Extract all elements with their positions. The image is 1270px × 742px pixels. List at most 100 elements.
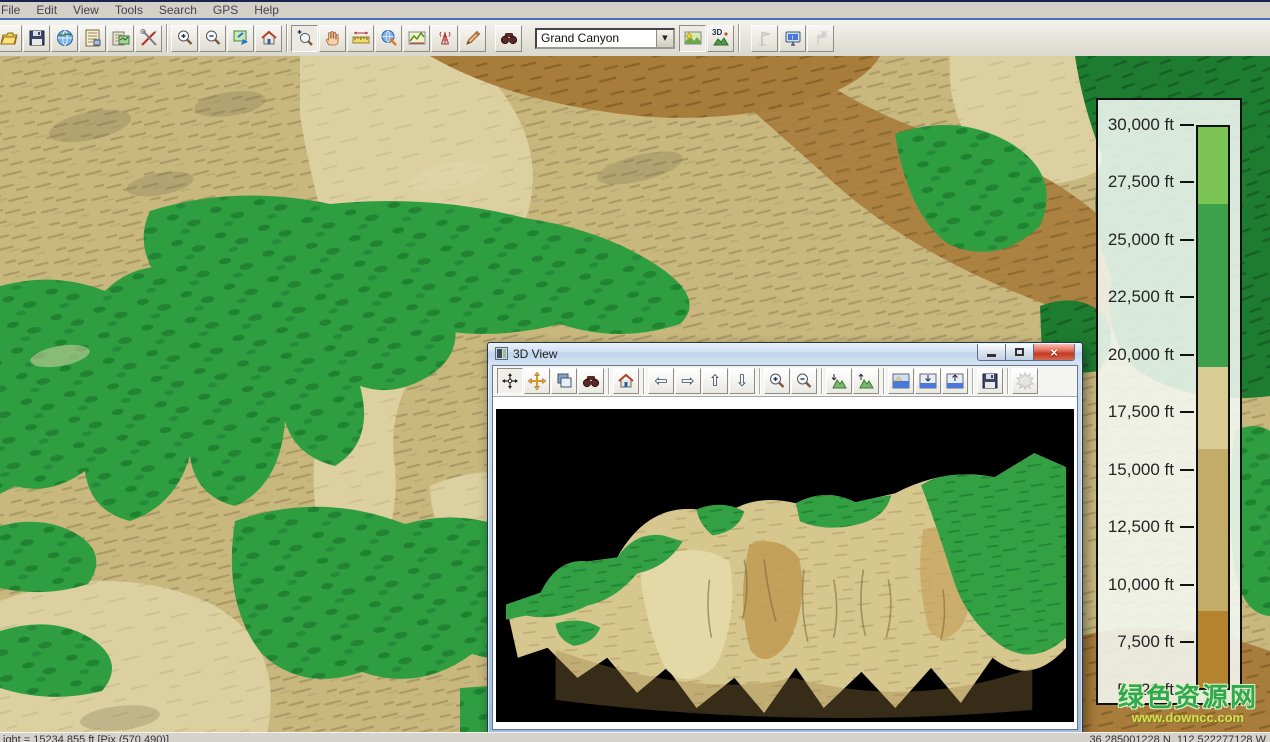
dataset-dropdown[interactable]: Grand Canyon ▼: [535, 28, 675, 49]
chevron-down-icon[interactable]: ▼: [656, 30, 673, 47]
gps-monitor-icon: i: [783, 28, 803, 48]
step-right-button[interactable]: ⇨: [675, 368, 701, 394]
step-up-button[interactable]: ⇧: [702, 368, 728, 394]
legend-tick-label: 25,000 ft: [1108, 230, 1174, 250]
legend-tick-label: 17,500 ft: [1108, 402, 1174, 422]
download-online-data-button[interactable]: [51, 25, 78, 52]
hillshade-toggle-button[interactable]: [679, 25, 706, 52]
three-d-terrain: [496, 409, 1074, 722]
zoom-tool-button[interactable]: [291, 25, 318, 52]
elevation-band-tan: [1198, 449, 1228, 611]
toolbar-separator: [608, 368, 610, 394]
menu-bar: File Edit View Tools Search GPS Help: [0, 0, 1270, 20]
open-data-file-button[interactable]: [0, 25, 22, 52]
zoom-out-button[interactable]: [199, 25, 226, 52]
copy-icon: [554, 371, 574, 391]
menu-search[interactable]: Search: [151, 3, 205, 17]
menu-tools[interactable]: Tools: [107, 3, 151, 17]
legend-tick-label: 15,000 ft: [1108, 460, 1174, 480]
menu-file[interactable]: File: [0, 3, 28, 17]
main-toolbar: Grand Canyon ▼ 3D i: [0, 20, 1270, 56]
rotate-view-button[interactable]: [497, 368, 523, 394]
menu-edit[interactable]: Edit: [28, 3, 65, 17]
globe-icon: [55, 28, 75, 48]
path-profile-tool-button[interactable]: [403, 25, 430, 52]
lower-water-level-button[interactable]: [915, 368, 941, 394]
copy-view-button[interactable]: [551, 368, 577, 394]
zoom-in-button[interactable]: [171, 25, 198, 52]
flag-icon: [755, 28, 775, 48]
close-button[interactable]: ×: [1033, 344, 1075, 361]
open-folder-icon: [0, 28, 19, 48]
tools-icon: [139, 28, 159, 48]
maximize-button[interactable]: [1005, 344, 1033, 361]
window-icon: [495, 347, 508, 360]
increase-exaggeration-button[interactable]: [853, 368, 879, 394]
legend-tick-label: 27,500 ft: [1108, 172, 1174, 192]
three-d-render-canvas[interactable]: [496, 409, 1074, 722]
home-icon: [259, 28, 279, 48]
menu-view[interactable]: View: [65, 3, 107, 17]
pencil-icon: [463, 28, 483, 48]
pan-view-button[interactable]: [524, 368, 550, 394]
open-overlay-control-button[interactable]: [107, 25, 134, 52]
zoom-out-icon: [794, 371, 814, 391]
elevation-band-brown: [1198, 611, 1228, 688]
save-snapshot-button[interactable]: [977, 368, 1003, 394]
measure-tool-button[interactable]: [347, 25, 374, 52]
legend-tick-label: 20,000 ft: [1108, 345, 1174, 365]
zoom-in-button[interactable]: [764, 368, 790, 394]
toolbar-separator: [759, 368, 761, 394]
decrease-exaggeration-button[interactable]: [826, 368, 852, 394]
zoom-out-button[interactable]: [791, 368, 817, 394]
reset-view-button[interactable]: [613, 368, 639, 394]
search-by-name-button[interactable]: [495, 25, 522, 52]
show-3d-view-button[interactable]: 3D: [707, 25, 734, 52]
three-d-label: 3D: [712, 28, 722, 37]
gps-information-button[interactable]: i: [779, 25, 806, 52]
feature-info-tool-button[interactable]: [375, 25, 402, 52]
zoom-full-view-button[interactable]: [227, 25, 254, 52]
close-icon: ×: [1050, 345, 1058, 360]
flag-tool-button[interactable]: [751, 25, 778, 52]
zoom-tool-icon: [295, 28, 315, 48]
three-d-toolbar: ⇦ ⇨ ⇧ ⇩: [493, 366, 1077, 397]
raise-water-level-button[interactable]: [942, 368, 968, 394]
elevation-color-bar: [1196, 125, 1230, 690]
status-bar: ight = 15234.855 ft [Pix (570,490)] 36.2…: [0, 732, 1270, 742]
step-down-button[interactable]: ⇩: [729, 368, 755, 394]
watermark: 绿色资源网 www.downcc.com: [1118, 684, 1258, 725]
zoom-in-icon: [175, 28, 195, 48]
elevation-band-green: [1198, 204, 1228, 367]
legend-tick-label: 12,500 ft: [1108, 517, 1174, 537]
digitizer-tool-button[interactable]: [459, 25, 486, 52]
path-profile-icon: [407, 28, 427, 48]
toolbar-separator: [972, 368, 974, 394]
minimize-button[interactable]: [977, 344, 1005, 361]
menu-help[interactable]: Help: [246, 3, 287, 17]
open-control-center-button[interactable]: [79, 25, 106, 52]
search-button[interactable]: [578, 368, 604, 394]
zoom-out-icon: [203, 28, 223, 48]
window-title-bar[interactable]: 3D View ×: [488, 343, 1082, 364]
step-left-button[interactable]: ⇦: [648, 368, 674, 394]
configure-button[interactable]: [135, 25, 162, 52]
clear-flags-button[interactable]: [807, 25, 834, 52]
crash-effect-button[interactable]: [1012, 368, 1038, 394]
view-shed-tool-button[interactable]: [431, 25, 458, 52]
save-workspace-button[interactable]: [23, 25, 50, 52]
arrow-down-icon: ⇩: [735, 373, 748, 389]
hillshade-icon: [683, 28, 703, 48]
maximize-icon: [1015, 348, 1024, 356]
zoom-to-home-button[interactable]: [255, 25, 282, 52]
pan-tool-button[interactable]: [319, 25, 346, 52]
toolbar-separator: [738, 24, 740, 52]
legend-tick-mark: [1180, 641, 1194, 643]
binoculars-icon: [499, 28, 519, 48]
three-d-view-window[interactable]: 3D View × ⇦ ⇨ ⇧ ⇩: [487, 342, 1083, 736]
hand-icon: [323, 28, 343, 48]
menu-gps[interactable]: GPS: [205, 3, 246, 17]
floppy-disk-icon: [980, 371, 1000, 391]
show-water-button[interactable]: [888, 368, 914, 394]
legend-tick-mark: [1180, 584, 1194, 586]
